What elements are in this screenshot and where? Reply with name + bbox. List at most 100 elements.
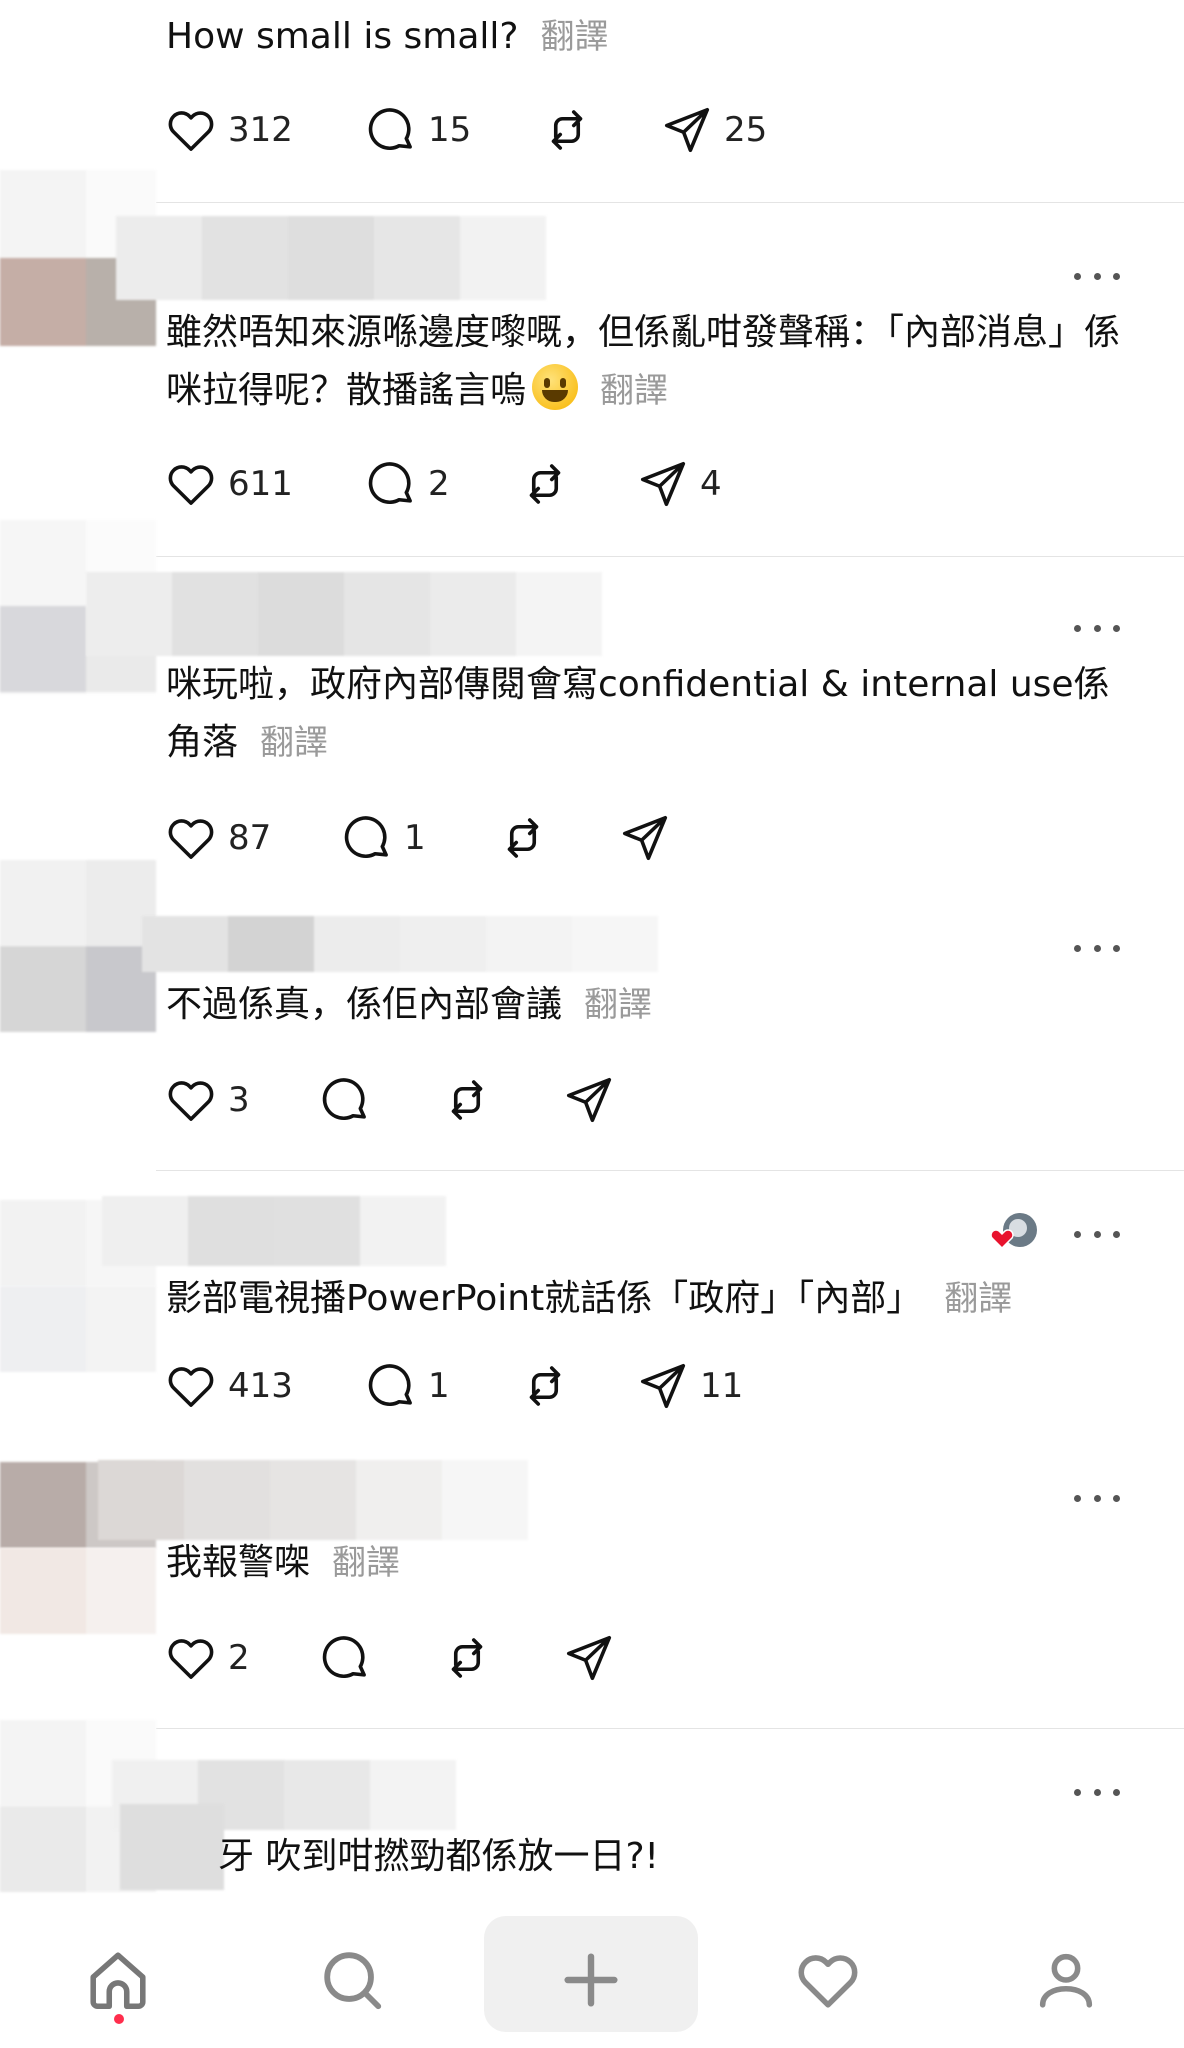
repost-button[interactable] <box>518 454 572 514</box>
translate-button[interactable]: 翻譯 <box>260 723 328 763</box>
home-icon <box>90 1952 146 2010</box>
send-icon <box>566 1077 612 1123</box>
post-text: 雖然唔知來源喺邊度嚟嘅，但係亂咁發聲稱：「內部消息」係咪拉得呢？散播謠言嗚 翻譯 <box>166 312 1121 411</box>
reply-button[interactable] <box>318 1070 372 1130</box>
liked-by-author-indicator <box>988 1212 1040 1256</box>
post-actions: 611 2 4 <box>0 454 1184 514</box>
translate-button[interactable]: 翻譯 <box>944 1279 1012 1319</box>
translate-button[interactable]: 翻譯 <box>584 985 652 1025</box>
like-button[interactable]: 312 <box>164 100 293 160</box>
comment-icon <box>322 1636 366 1679</box>
bottom-tab-bar <box>0 1900 1184 2048</box>
like-count: 3 <box>228 1080 250 1120</box>
send-icon <box>622 815 668 861</box>
username[interactable] <box>86 572 602 656</box>
post-text: 咪玩啦，政府內部傳閱會寫confidential & internal use係… <box>166 664 1110 763</box>
like-count: 87 <box>228 818 272 858</box>
translate-button[interactable]: 翻譯 <box>541 17 609 57</box>
post-text: 不過係真，係佢內部會議 翻譯 <box>166 984 653 1025</box>
username[interactable] <box>102 1196 446 1266</box>
repost-button[interactable] <box>518 1356 572 1416</box>
reply-button[interactable] <box>318 1628 372 1688</box>
reply-button[interactable]: 15 <box>364 100 471 160</box>
heart-icon <box>168 465 214 505</box>
reply-button[interactable]: 1 <box>364 1356 450 1416</box>
divider <box>156 1728 1184 1729</box>
share-button[interactable] <box>562 1628 616 1688</box>
translate-button[interactable]: 翻譯 <box>332 1543 400 1583</box>
share-button[interactable] <box>618 808 672 868</box>
heart-icon <box>168 1367 214 1407</box>
tab-search[interactable] <box>292 1920 412 2040</box>
reply-button[interactable]: 1 <box>340 808 426 868</box>
reply-count: 15 <box>428 110 472 150</box>
repost-icon <box>507 818 539 858</box>
more-options-button[interactable] <box>1074 1782 1120 1802</box>
post-actions: 2 <box>0 1628 1184 1688</box>
heart-icon <box>168 1081 214 1121</box>
avatar[interactable] <box>0 860 156 946</box>
send-icon <box>640 461 686 507</box>
search-icon <box>324 1952 382 2010</box>
repost-button[interactable] <box>440 1628 494 1688</box>
repost-button[interactable] <box>496 808 550 868</box>
repost-button[interactable] <box>440 1070 494 1130</box>
username[interactable] <box>98 1460 528 1540</box>
reply-count: 2 <box>428 464 450 504</box>
tab-activity[interactable] <box>768 1920 888 2040</box>
like-button[interactable]: 413 <box>164 1356 293 1416</box>
like-button[interactable]: 2 <box>164 1628 250 1688</box>
heart-avatar-icon <box>990 1213 1037 1250</box>
like-count: 611 <box>228 464 293 504</box>
share-button[interactable] <box>562 1070 616 1130</box>
share-button[interactable]: 25 <box>660 100 767 160</box>
post-text: 影部電視播PowerPoint就話係「政府」「內部」 翻譯 <box>166 1278 1013 1319</box>
grinning-face-emoji <box>532 364 579 410</box>
like-button[interactable]: 3 <box>164 1070 250 1130</box>
translate-button[interactable]: 翻譯 <box>600 371 668 411</box>
tab-compose[interactable] <box>531 1920 651 2040</box>
tab-profile[interactable] <box>1006 1920 1126 2040</box>
post-text: How small is small? 翻譯 <box>166 16 609 57</box>
post-text: 牙 吹到咁撚勁都係放一日?! <box>218 1836 659 1877</box>
comment-icon <box>368 1364 412 1407</box>
repost-button[interactable] <box>540 100 594 160</box>
username[interactable] <box>116 216 546 300</box>
share-count: 25 <box>724 110 768 150</box>
avatar[interactable] <box>0 1548 156 1634</box>
like-count: 413 <box>228 1366 293 1406</box>
more-options-button[interactable] <box>1074 1488 1120 1508</box>
avatar <box>120 1804 224 1890</box>
more-options-button[interactable] <box>1074 266 1120 286</box>
username[interactable] <box>142 916 658 972</box>
avatar[interactable] <box>0 946 156 1032</box>
post-actions: 312 15 25 <box>0 100 1184 160</box>
repost-icon <box>451 1638 483 1678</box>
heart-icon <box>168 1639 214 1679</box>
repost-icon <box>451 1080 483 1120</box>
share-button[interactable]: 11 <box>636 1356 743 1416</box>
more-options-button[interactable] <box>1074 1224 1120 1244</box>
reply-count: 1 <box>428 1366 450 1406</box>
reply-button[interactable]: 2 <box>364 454 450 514</box>
more-options-button[interactable] <box>1074 938 1120 958</box>
repost-icon <box>529 1366 561 1406</box>
divider <box>156 202 1184 203</box>
send-icon <box>640 1363 686 1409</box>
share-button[interactable]: 4 <box>636 454 722 514</box>
notification-dot <box>114 2014 124 2024</box>
share-count: 11 <box>700 1366 744 1406</box>
more-options-button[interactable] <box>1074 618 1120 638</box>
divider <box>156 556 1184 557</box>
like-button[interactable]: 87 <box>164 808 271 868</box>
like-button[interactable]: 611 <box>164 454 293 514</box>
reply-count: 1 <box>404 818 426 858</box>
comment-icon <box>368 462 412 505</box>
comment-icon <box>344 816 388 859</box>
heart-icon <box>168 819 214 859</box>
comment-icon <box>368 108 412 151</box>
send-icon <box>664 107 710 153</box>
profile-icon <box>1039 1953 1093 2008</box>
divider <box>156 1170 1184 1171</box>
post-actions: 3 <box>0 1070 1184 1130</box>
